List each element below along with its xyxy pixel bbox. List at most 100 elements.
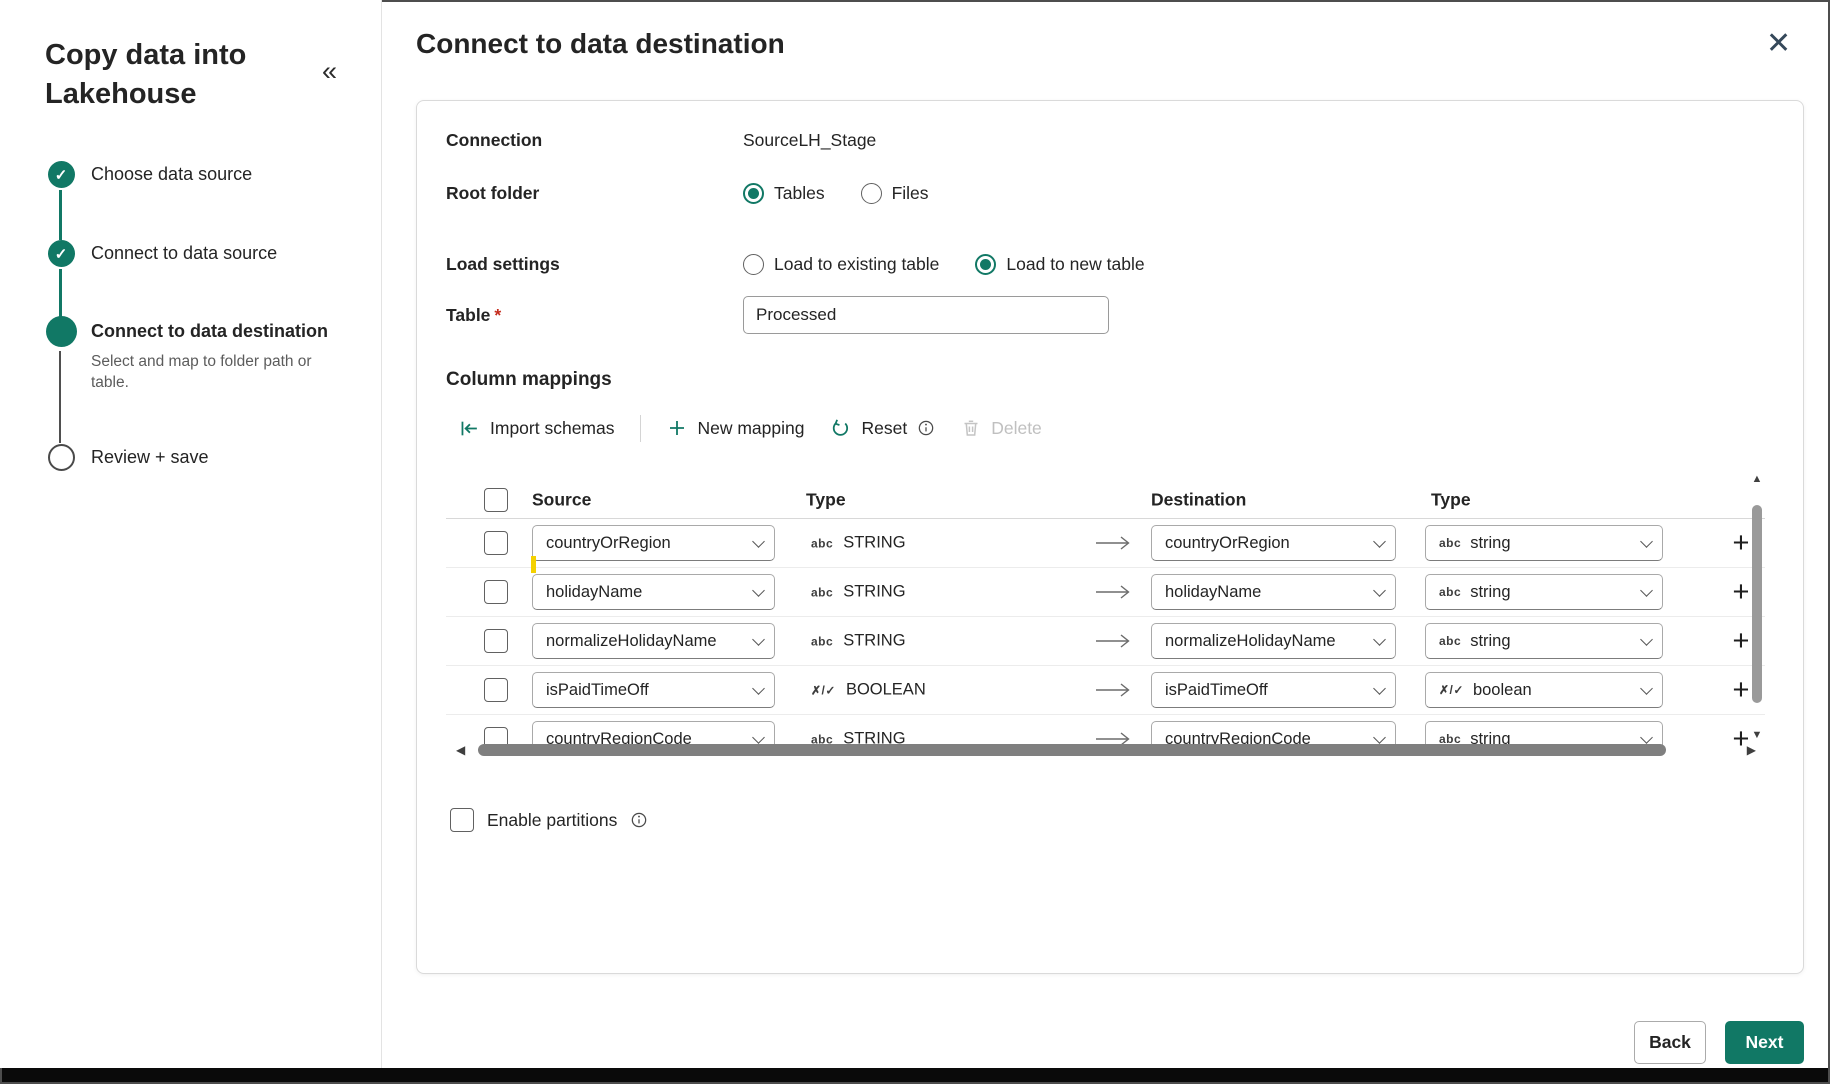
window-bottom-edge: [2, 1068, 1828, 1082]
scroll-down-icon[interactable]: ▼: [1749, 729, 1765, 741]
mapping-row: countryOrRegion abc STRING countryOrRegi…: [446, 519, 1765, 568]
reset-label: Reset: [861, 417, 908, 438]
source-dropdown[interactable]: countryOrRegion: [532, 525, 775, 561]
arrow-right-icon: [1096, 634, 1130, 648]
root-folder-label: Root folder: [446, 182, 540, 203]
source-dropdown[interactable]: normalizeHolidayName: [532, 623, 775, 659]
step-connector: [59, 351, 61, 443]
import-arrow-icon: [461, 421, 477, 435]
abc-icon: abc: [1439, 585, 1462, 599]
step-connect-data-source[interactable]: ✓ Connect to data source: [45, 240, 277, 267]
mapping-rows: countryOrRegion abc STRING countryOrRegi…: [446, 519, 1765, 746]
vertical-scrollbar-thumb[interactable]: [1752, 505, 1762, 703]
table-name-input[interactable]: [743, 296, 1109, 334]
table-name-row: Table *: [446, 296, 1774, 334]
destination-value: normalizeHolidayName: [1165, 631, 1336, 650]
enable-partitions-checkbox[interactable]: [450, 808, 474, 832]
select-all-checkbox[interactable]: [484, 487, 508, 512]
destination-value: isPaidTimeOff: [1165, 680, 1268, 699]
step-connector: [59, 190, 62, 240]
chevron-down-icon: [752, 632, 765, 646]
toolbar-divider: [640, 414, 642, 442]
radio-load-new-table[interactable]: Load to new table: [975, 253, 1145, 275]
row-checkbox[interactable]: [484, 629, 508, 653]
destination-type-dropdown[interactable]: abc string: [1425, 525, 1663, 561]
source-dropdown[interactable]: isPaidTimeOff: [532, 672, 775, 708]
destination-dropdown[interactable]: isPaidTimeOff: [1151, 672, 1396, 708]
row-checkbox[interactable]: [484, 678, 508, 702]
step-label: Connect to data source: [91, 243, 278, 263]
radio-load-existing-table[interactable]: Load to existing table: [743, 253, 939, 275]
abc-icon: abc: [811, 536, 834, 550]
radio-unselected-icon: [743, 253, 764, 275]
check-icon: ✓: [54, 245, 68, 263]
wizard-title: Copy data into Lakehouse: [45, 39, 247, 111]
destination-type-dropdown[interactable]: ✗/✓ boolean: [1425, 672, 1663, 708]
info-icon: [918, 420, 934, 436]
source-dropdown[interactable]: holidayName: [532, 574, 775, 610]
chevron-down-icon: [752, 681, 765, 695]
step-connect-data-destination[interactable]: Connect to data destination: [45, 316, 328, 347]
boolean-icon: ✗/✓: [811, 683, 836, 697]
row-checkbox[interactable]: [484, 531, 508, 555]
mapping-table-header: Source Type Destination Type: [446, 481, 1765, 519]
step-active-icon: [45, 316, 77, 347]
radio-files[interactable]: Files: [860, 182, 929, 204]
import-schemas-label: Import schemas: [490, 417, 615, 438]
chevron-down-icon: [1640, 681, 1653, 695]
horizontal-scrollbar[interactable]: ◀ ▶: [456, 742, 1756, 759]
mapping-row: holidayName abc STRING holidayName abc s…: [446, 568, 1765, 617]
column-mappings-heading: Column mappings: [446, 369, 612, 390]
scroll-up-icon[interactable]: ▲: [1749, 473, 1765, 485]
scroll-left-icon[interactable]: ◀: [456, 743, 465, 757]
source-column-header: Source: [532, 489, 592, 509]
destination-dropdown[interactable]: normalizeHolidayName: [1151, 623, 1396, 659]
step-complete-icon: ✓: [47, 240, 75, 267]
collapse-sidebar-icon[interactable]: «: [322, 56, 337, 87]
delete-button[interactable]: Delete: [961, 418, 1042, 439]
reset-icon: [833, 418, 849, 436]
load-settings-radio-group: Load to existing table Load to new table: [743, 253, 1145, 275]
step-review-save[interactable]: Review + save: [45, 444, 209, 471]
destination-type-dropdown[interactable]: abc string: [1425, 623, 1663, 659]
back-button[interactable]: Back: [1634, 1021, 1706, 1064]
arrow-right-icon: [1096, 585, 1130, 599]
boolean-icon: ✗/✓: [1439, 683, 1464, 697]
load-settings-label: Load settings: [446, 253, 560, 274]
radio-tables[interactable]: Tables: [743, 182, 825, 204]
root-folder-row: Root folder Tables Files: [446, 177, 1774, 209]
table-label-text: Table: [446, 304, 491, 325]
destination-dropdown[interactable]: holidayName: [1151, 574, 1396, 610]
chevron-down-icon: [1373, 583, 1386, 597]
abc-icon: abc: [811, 634, 834, 648]
source-value: normalizeHolidayName: [546, 631, 717, 650]
step-label: Choose data source: [91, 164, 253, 184]
step-complete-icon: ✓: [47, 161, 75, 188]
reset-button[interactable]: Reset: [830, 418, 935, 439]
source-type-value: BOOLEAN: [845, 680, 926, 699]
close-icon[interactable]: ✕: [1766, 26, 1791, 61]
chevron-down-icon: [1640, 583, 1653, 597]
destination-value: countryOrRegion: [1165, 533, 1290, 552]
radio-selected-icon: [743, 182, 764, 204]
destination-form-card: Connection SourceLH_Stage Root folder Ta…: [416, 100, 1804, 974]
horizontal-scrollbar-thumb[interactable]: [478, 744, 1666, 756]
destination-type-dropdown[interactable]: abc string: [1425, 574, 1663, 610]
destination-type-value: string: [1470, 631, 1511, 650]
chevron-down-icon: [1373, 632, 1386, 646]
radio-label: Tables: [774, 182, 825, 203]
destination-dropdown[interactable]: countryOrRegion: [1151, 525, 1396, 561]
source-value: countryOrRegion: [546, 533, 671, 552]
mapping-row: normalizeHolidayName abc STRING normaliz…: [446, 617, 1765, 666]
radio-label: Files: [891, 182, 929, 203]
source-type-cell: abc STRING: [811, 583, 906, 602]
import-schemas-button[interactable]: Import schemas: [459, 418, 614, 439]
new-mapping-button[interactable]: New mapping: [667, 418, 804, 439]
page-title: Connect to data destination: [416, 28, 785, 59]
chevron-down-icon: [752, 534, 765, 548]
next-button[interactable]: Next: [1725, 1021, 1804, 1064]
vertical-scrollbar[interactable]: ▲ ▼: [1749, 473, 1765, 741]
step-choose-data-source[interactable]: ✓ Choose data source: [45, 161, 252, 188]
row-checkbox[interactable]: [484, 580, 508, 604]
scroll-right-icon[interactable]: ▶: [1747, 743, 1756, 757]
